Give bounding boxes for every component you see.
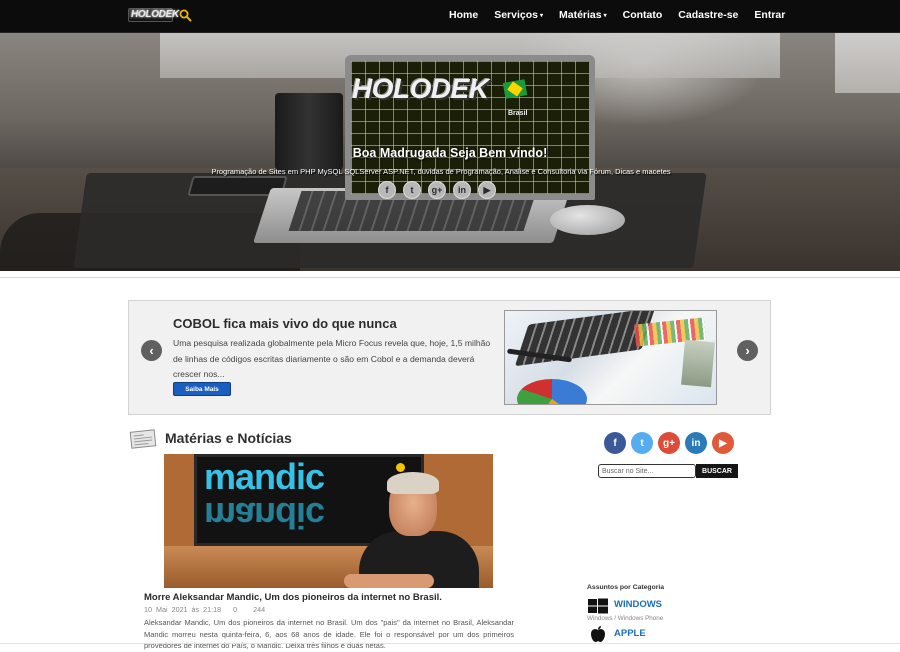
facebook-icon[interactable]: f xyxy=(378,181,396,199)
nav-item-contato[interactable]: Contato xyxy=(623,9,663,21)
main-nav: Home Serviços ▾ Matérias ▾ Contato Cadastr… xyxy=(449,9,801,21)
hero-title: Boa Madrugada Seja Bem vindo! xyxy=(352,146,548,160)
hero-bg-window xyxy=(835,33,900,93)
top-navbar: HOLODEK Home Serviços ▾ Matérias ▾ Contato… xyxy=(0,0,900,33)
hero-bg-mouse xyxy=(550,205,625,235)
nav-item-servicos[interactable]: Serviços ▾ xyxy=(494,9,543,21)
hero-bg-pen-cup xyxy=(275,93,343,173)
category-windows-sub: Windows / Windows Phone xyxy=(587,615,664,622)
sidebar-social-links: f t g+ in ▶ xyxy=(604,432,734,454)
windows-icon[interactable] xyxy=(587,598,609,614)
youtube-icon[interactable]: ▶ xyxy=(712,432,734,454)
article-image-brand-reflection: mandic xyxy=(204,495,325,536)
article-comments-count: 0 xyxy=(233,605,238,614)
brazil-flag-icon xyxy=(502,79,528,99)
linkedin-icon[interactable]: in xyxy=(453,181,471,199)
nav-item-home[interactable]: Home xyxy=(449,9,478,21)
nav-item-cadastre-se[interactable]: Cadastre-se xyxy=(678,9,738,21)
article-image-brand: mandic xyxy=(204,456,325,497)
divider xyxy=(0,643,900,644)
article-date: 10 Mai 2021 às 21:18 xyxy=(144,605,222,614)
carousel-text: Uma pesquisa realizada globalmente pela … xyxy=(173,338,491,379)
article-title[interactable]: Morre Aleksandar Mandic, Um dos pioneiro… xyxy=(144,592,442,603)
google-plus-icon[interactable]: g+ xyxy=(658,432,680,454)
nav-item-materias[interactable]: Matérias ▾ xyxy=(559,9,607,21)
hero-subtitle: Programação de Sites em PHP MySQL SQLSer… xyxy=(211,167,671,176)
category-apple[interactable]: APPLE xyxy=(614,628,646,639)
twitter-icon[interactable]: t xyxy=(403,181,421,199)
category-windows[interactable]: WINDOWS xyxy=(614,599,662,610)
caret-down-icon: ▾ xyxy=(539,12,543,19)
search-input[interactable]: Buscar no Site... xyxy=(598,464,696,478)
carousel-prev-button[interactable]: ‹ xyxy=(141,340,162,361)
article-meta: 10 Mai 2021 às 21:18 0 244 xyxy=(144,605,265,614)
saiba-mais-button[interactable]: Saiba Mais xyxy=(173,382,231,396)
search-button[interactable]: BUSCAR xyxy=(696,464,738,478)
apple-icon[interactable] xyxy=(587,625,609,643)
google-plus-icon[interactable]: g+ xyxy=(428,181,446,199)
hero-logo-sub: Brasil xyxy=(508,110,528,117)
facebook-icon[interactable]: f xyxy=(604,432,626,454)
youtube-icon[interactable]: ▶ xyxy=(478,181,496,199)
article-views-count: 244 xyxy=(253,605,266,614)
article-image[interactable]: mandic mandic xyxy=(164,454,493,588)
carousel-next-button[interactable]: › xyxy=(737,340,758,361)
featured-carousel: ‹ COBOL fica mais vivo do que nunca Uma … xyxy=(128,300,771,415)
nav-item-entrar[interactable]: Entrar xyxy=(754,9,785,21)
carousel-image[interactable] xyxy=(504,310,717,405)
linkedin-icon[interactable]: in xyxy=(685,432,707,454)
search-icon[interactable] xyxy=(179,9,192,22)
article-excerpt: Aleksandar Mandic, Um dos pioneiros da i… xyxy=(144,618,514,650)
section-title: Matérias e Notícias xyxy=(165,430,292,446)
divider xyxy=(0,277,900,278)
twitter-icon[interactable]: t xyxy=(631,432,653,454)
hero-banner: HOLODEK Brasil Boa Madrugada Seja Bem vi… xyxy=(0,33,900,271)
caret-down-icon: ▾ xyxy=(603,12,607,19)
categories-heading: Assuntos por Categoria xyxy=(587,584,665,591)
site-logo[interactable]: HOLODEK xyxy=(128,8,179,22)
hero-logo: HOLODEK xyxy=(352,73,532,113)
newspaper-icon xyxy=(129,429,157,449)
carousel-title[interactable]: COBOL fica mais vivo do que nunca xyxy=(173,316,397,331)
hero-social-links: f t g+ in ▶ xyxy=(378,181,496,199)
